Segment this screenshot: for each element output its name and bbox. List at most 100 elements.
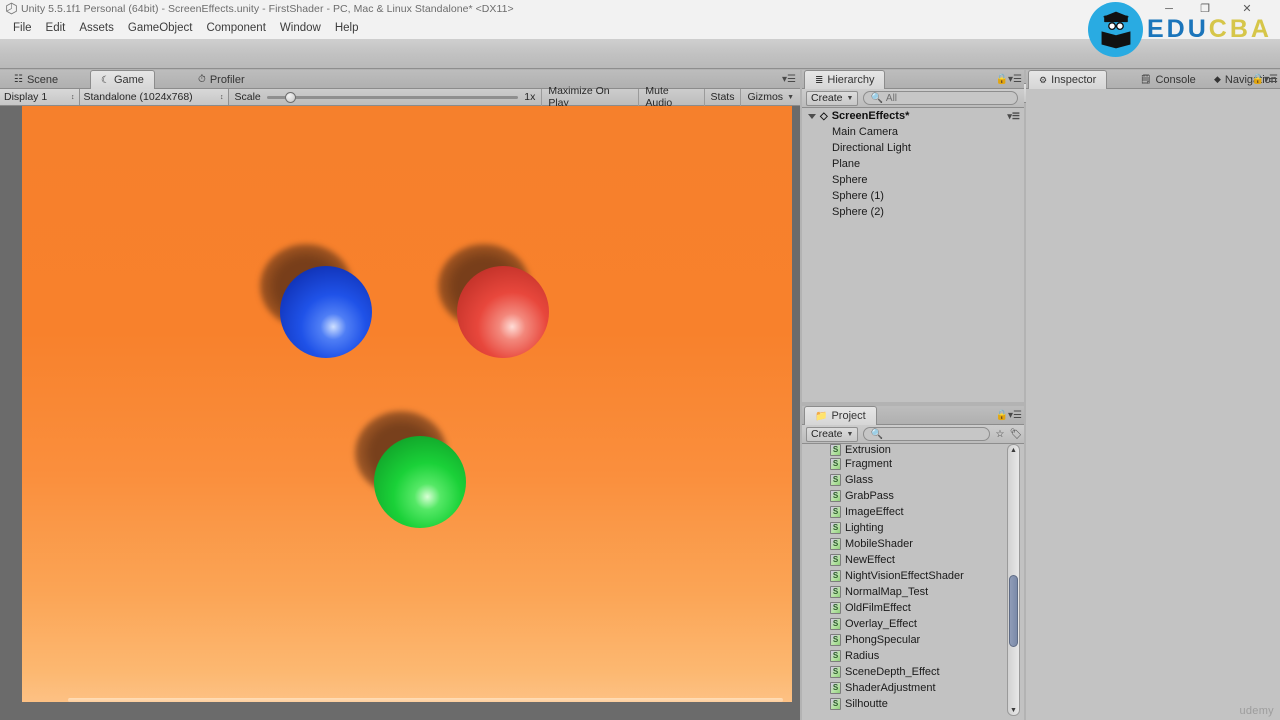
tab-scene[interactable]: ☷ Scene: [4, 70, 68, 89]
hierarchy-item-sphere-1[interactable]: Sphere (1): [802, 188, 1024, 204]
hierarchy-item-main-camera[interactable]: Main Camera: [802, 124, 1024, 140]
label-icon[interactable]: 🏷: [1008, 427, 1024, 442]
hierarchy-item-plane[interactable]: Plane: [802, 156, 1024, 172]
game-horizontal-scrollbar[interactable]: [68, 698, 783, 702]
tab-hierarchy[interactable]: ≣ Hierarchy: [804, 70, 886, 89]
maximize-on-play-toggle[interactable]: Maximize On Play: [541, 85, 638, 109]
project-search-input[interactable]: 🔍: [863, 427, 990, 441]
tab-project[interactable]: 📁 Project: [804, 406, 877, 425]
project-item-oldfilmeffect[interactable]: S OldFilmEffect: [804, 600, 1011, 616]
project-item-mobileshader[interactable]: S MobileShader: [804, 536, 1011, 552]
project-scrollbar[interactable]: ▲ ▼: [1007, 444, 1020, 716]
shader-file-icon: S: [830, 602, 841, 614]
scene-grid-icon: ☷: [14, 74, 23, 85]
project-item-label: ShaderAdjustment: [845, 682, 936, 694]
game-render-surface[interactable]: RRCG 人人素材: [22, 106, 792, 702]
project-item-scenedepth-effect[interactable]: S SceneDepth_Effect: [804, 664, 1011, 680]
hierarchy-search-input[interactable]: 🔍 All: [863, 91, 1018, 105]
lock-icon[interactable]: 🔒: [996, 74, 1008, 85]
tab-profiler[interactable]: ⏱ Profiler: [188, 70, 255, 89]
project-item-label: Radius: [845, 650, 880, 662]
tab-inspector-label: Inspector: [1051, 74, 1097, 86]
menu-window[interactable]: Window: [273, 20, 328, 36]
project-item-normalmap-test[interactable]: S NormalMap_Test: [804, 584, 1011, 600]
resolution-label: Standalone (1024x768): [83, 91, 193, 103]
project-item-glass[interactable]: S Glass: [804, 472, 1011, 488]
project-create-button[interactable]: Create ▼: [806, 426, 859, 442]
scene-menu-icon[interactable]: ▾☰: [1007, 111, 1020, 122]
lock-icon[interactable]: 🔒: [996, 410, 1008, 421]
chevron-down-icon: ▼: [846, 94, 854, 102]
project-item-imageeffect[interactable]: S ImageEffect: [804, 504, 1011, 520]
menu-help[interactable]: Help: [328, 20, 366, 36]
lock-icon[interactable]: 🔒: [1252, 74, 1264, 85]
project-asset-list[interactable]: S Extrusion S Fragment S Glass S GrabPas…: [804, 444, 1011, 717]
hierarchy-panel: ≣ Hierarchy 🔒▾☰ Create ▼ 🔍 All ◇ ScreenE…: [802, 70, 1024, 402]
project-item-silhoutte[interactable]: S Silhoutte: [804, 696, 1011, 712]
project-item-label: MobileShader: [845, 538, 913, 550]
menu-component[interactable]: Component: [199, 20, 272, 36]
menu-edit[interactable]: Edit: [39, 20, 73, 36]
tab-hierarchy-label: Hierarchy: [827, 74, 875, 86]
project-item-label: NewEffect: [845, 554, 895, 566]
project-item-fragment[interactable]: S Fragment: [804, 456, 1011, 472]
game-panel-menu-icon[interactable]: ▾☰: [782, 74, 796, 85]
shader-file-icon: S: [830, 634, 841, 646]
mute-audio-toggle[interactable]: Mute Audio: [638, 85, 703, 109]
project-item-grabpass[interactable]: S GrabPass: [804, 488, 1011, 504]
game-view[interactable]: RRCG 人人素材: [0, 106, 800, 720]
shader-file-icon: S: [830, 490, 841, 502]
project-item-extrusion[interactable]: S Extrusion: [804, 444, 1011, 456]
game-panel: ☷ Scene ☾ Game ⏱ Profiler ▾☰ Display 1 ↕…: [0, 70, 800, 720]
educba-badge-icon: [1088, 2, 1143, 57]
hierarchy-item-sphere[interactable]: Sphere: [802, 172, 1024, 188]
tab-inspector[interactable]: ⚙ Inspector: [1028, 70, 1108, 89]
search-icon: 🔍: [870, 428, 883, 440]
scale-slider[interactable]: Scale 1x: [229, 91, 542, 103]
shader-file-icon: S: [830, 554, 841, 566]
hierarchy-item-directional-light[interactable]: Directional Light: [802, 140, 1024, 156]
scale-slider-knob[interactable]: [284, 91, 296, 103]
shader-file-icon: S: [830, 538, 841, 550]
project-item-shaderadjustment[interactable]: S ShaderAdjustment: [804, 680, 1011, 696]
project-item-label: SceneDepth_Effect: [845, 666, 940, 678]
resolution-dropdown[interactable]: Standalone (1024x768) ↕: [79, 89, 229, 105]
gizmos-dropdown[interactable]: Gizmos ▼: [740, 88, 800, 106]
hierarchy-create-button[interactable]: Create ▼: [806, 90, 859, 106]
search-icon: 🔍: [870, 92, 883, 104]
project-item-neweffect[interactable]: S NewEffect: [804, 552, 1011, 568]
display-dropdown[interactable]: Display 1 ↕: [0, 89, 80, 105]
hierarchy-panel-menu[interactable]: 🔒▾☰: [996, 74, 1022, 85]
project-scrollbar-thumb[interactable]: [1009, 575, 1018, 647]
scroll-down-arrow-icon[interactable]: ▼: [1008, 705, 1019, 715]
scale-slider-track[interactable]: [266, 91, 519, 103]
project-tab-row: 📁 Project 🔒▾☰: [802, 406, 1024, 425]
stats-toggle[interactable]: Stats: [703, 88, 741, 106]
hierarchy-scene-root[interactable]: ◇ ScreenEffects* ▾☰: [802, 108, 1024, 124]
tab-console[interactable]: 🗒 Console: [1130, 70, 1206, 89]
green-sphere: [374, 436, 466, 528]
project-item-lighting[interactable]: S Lighting: [804, 520, 1011, 536]
project-item-phongspecular[interactable]: S PhongSpecular: [804, 632, 1011, 648]
shader-file-icon: S: [830, 570, 841, 582]
expand-triangle-icon[interactable]: [808, 113, 816, 119]
menu-assets[interactable]: Assets: [72, 20, 121, 36]
project-item-label: NormalMap_Test: [845, 586, 929, 598]
inspector-panel-menu[interactable]: 🔒▾☰: [1252, 74, 1278, 85]
favorites-icon[interactable]: ☆: [992, 427, 1008, 442]
project-panel-menu[interactable]: 🔒▾☰: [996, 410, 1022, 421]
menu-file[interactable]: File: [6, 20, 39, 36]
project-item-nightvisioneffectshader[interactable]: S NightVisionEffectShader: [804, 568, 1011, 584]
tab-game[interactable]: ☾ Game: [90, 70, 155, 89]
gizmos-label: Gizmos: [747, 91, 784, 103]
hierarchy-tree[interactable]: ◇ ScreenEffects* ▾☰ Main Camera Directio…: [802, 108, 1024, 402]
unity-editor-window: Unity 5.5.1f1 Personal (64bit) - ScreenE…: [0, 0, 1280, 720]
project-item-overlay-effect[interactable]: S Overlay_Effect: [804, 616, 1011, 632]
hierarchy-item-sphere-2[interactable]: Sphere (2): [802, 204, 1024, 220]
project-item-label: Overlay_Effect: [845, 618, 917, 630]
project-item-label: PhongSpecular: [845, 634, 921, 646]
menu-gameobject[interactable]: GameObject: [121, 20, 200, 36]
project-item-radius[interactable]: S Radius: [804, 648, 1011, 664]
scroll-up-arrow-icon[interactable]: ▲: [1008, 445, 1019, 455]
project-panel: 📁 Project 🔒▾☰ Create ▼ 🔍 ☆ 🏷 S Extrusion: [802, 406, 1024, 720]
